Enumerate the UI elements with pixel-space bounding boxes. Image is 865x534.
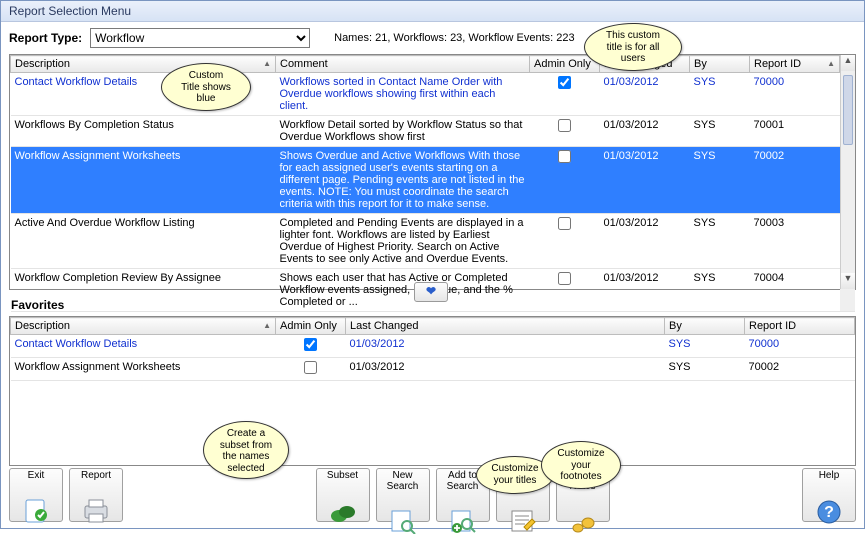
- subset-icon: [328, 498, 358, 524]
- fav-col-by[interactable]: By: [665, 318, 745, 335]
- callout-custom-title-blue: Custom Title shows blue: [161, 63, 251, 111]
- toolbar: Report Type: Workflow Names: 21, Workflo…: [1, 22, 864, 52]
- admin-only-checkbox[interactable]: [558, 217, 571, 230]
- report-button[interactable]: Report: [69, 468, 123, 522]
- subset-button[interactable]: Subset: [316, 468, 370, 522]
- footnotes-icon: [568, 508, 598, 534]
- main-grid-scrollbar[interactable]: ▲▼: [840, 55, 855, 289]
- add-search-icon: [448, 508, 478, 534]
- table-row[interactable]: Workflow Assignment Worksheets01/03/2012…: [11, 358, 855, 381]
- fav-col-admin-only[interactable]: Admin Only: [276, 318, 346, 335]
- report-type-label: Report Type:: [9, 31, 82, 45]
- new-search-button[interactable]: New Search: [376, 468, 430, 522]
- admin-only-checkbox[interactable]: [558, 150, 571, 163]
- callout-create-subset: Create a subset from the names selected: [203, 421, 289, 479]
- edit-titles-icon: [508, 508, 538, 534]
- admin-only-checkbox[interactable]: [304, 361, 317, 374]
- admin-only-checkbox[interactable]: [558, 76, 571, 89]
- table-row[interactable]: Active And Overdue Workflow ListingCompl…: [11, 214, 855, 269]
- callout-customize-footnotes: Customize your footnotes: [541, 441, 621, 489]
- help-icon: ?: [814, 498, 844, 524]
- button-bar: Exit Report Subset New Search: [9, 468, 856, 522]
- favorites-grid-header: Description▲ Admin Only Last Changed By …: [11, 318, 855, 335]
- main-grid-header: Description▲ Comment Admin Only Last Cha…: [11, 56, 855, 73]
- table-row[interactable]: Contact Workflow DetailsWorkflows sorted…: [11, 73, 855, 116]
- main-grid: Description▲ Comment Admin Only Last Cha…: [9, 54, 856, 290]
- svg-text:?: ?: [824, 504, 834, 521]
- report-selection-window: Report Selection Menu Report Type: Workf…: [0, 0, 865, 529]
- window-title: Report Selection Menu: [9, 4, 131, 18]
- new-search-icon: [388, 508, 418, 534]
- exit-button[interactable]: Exit: [9, 468, 63, 522]
- col-comment[interactable]: Comment: [276, 56, 530, 73]
- fav-col-description[interactable]: Description▲: [11, 318, 276, 335]
- counts-text: Names: 21, Workflows: 23, Workflow Event…: [334, 32, 574, 44]
- help-button[interactable]: Help ?: [802, 468, 856, 522]
- exit-icon: [21, 498, 51, 524]
- admin-only-checkbox[interactable]: [558, 119, 571, 132]
- admin-only-checkbox[interactable]: [558, 272, 571, 285]
- printer-icon: [81, 498, 111, 524]
- window-titlebar: Report Selection Menu: [1, 1, 864, 22]
- fav-col-report-id[interactable]: Report ID: [745, 318, 855, 335]
- col-report-id[interactable]: Report ID▲: [750, 56, 840, 73]
- fav-col-last-changed[interactable]: Last Changed: [346, 318, 665, 335]
- table-row[interactable]: Workflows By Completion StatusWorkflow D…: [11, 116, 855, 147]
- move-to-favorites-button[interactable]: ❤: [414, 282, 448, 302]
- favorites-grid: Description▲ Admin Only Last Changed By …: [9, 316, 856, 466]
- report-type-select[interactable]: Workflow: [90, 28, 310, 48]
- table-row[interactable]: Contact Workflow Details01/03/2012SYS700…: [11, 335, 855, 358]
- col-by[interactable]: By: [690, 56, 750, 73]
- table-row[interactable]: Workflow Assignment WorksheetsShows Over…: [11, 147, 855, 214]
- admin-only-checkbox[interactable]: [304, 338, 317, 351]
- callout-custom-title-all: This custom title is for all users: [584, 23, 682, 71]
